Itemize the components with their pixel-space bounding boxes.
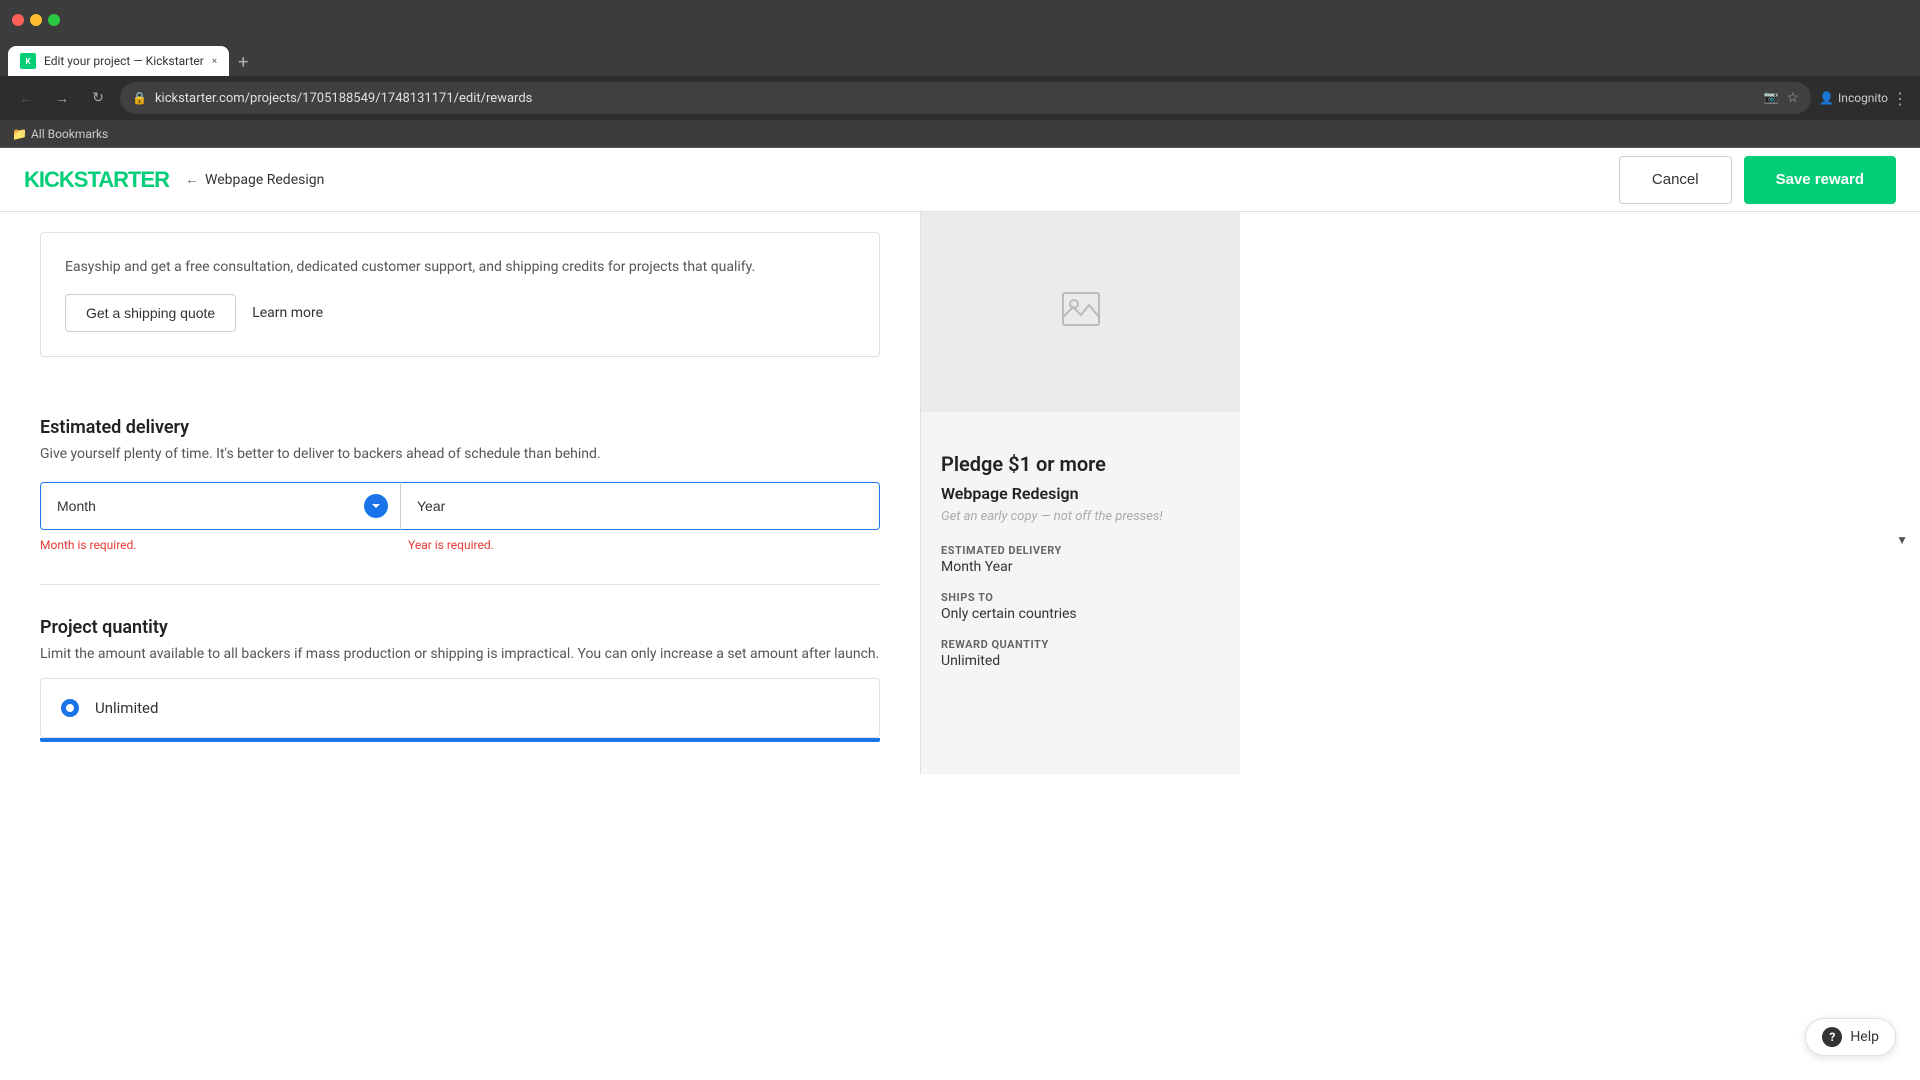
cancel-button[interactable]: Cancel [1619,156,1732,204]
maximize-btn[interactable] [48,14,60,26]
address-bar-icons: 📷 ☆ [1764,90,1800,106]
month-select[interactable]: Month January February March April May J… [40,482,400,530]
bookmarks-folder-icon: 📁 [12,127,27,141]
get-shipping-quote-button[interactable]: Get a shipping quote [65,294,236,332]
reward-description: Get an early copy — not off the presses! [941,509,1220,524]
browser-titlebar [0,0,1920,40]
ships-to-meta-value: Only certain countries [941,606,1220,622]
estimated-delivery-title: Estimated delivery [40,417,880,438]
kickstarter-logo: KICKSTARTER [24,167,169,193]
sidebar-content: Pledge $1 or more Webpage Redesign Get a… [921,432,1240,705]
reward-quantity-meta-label: REWARD QUANTITY [941,638,1220,651]
year-error-text: Year is required. [408,538,880,552]
url-text: kickstarter.com/projects/1705188549/1748… [155,91,1756,106]
unlimited-radio[interactable] [61,699,79,717]
estimated-delivery-section: Estimated delivery Give yourself plenty … [40,417,880,552]
year-select-arrow: ▼ [1896,533,1908,547]
year-select[interactable]: Year 2024 2025 2026 2027 2028 [400,482,880,530]
header-right: Cancel Save reward [1619,156,1896,204]
shipping-description: Easyship and get a free consultation, de… [65,257,855,278]
project-name: Webpage Redesign [205,172,324,188]
project-quantity-section: Project quantity Limit the amount availa… [40,617,880,742]
month-select-wrapper: Month January February March April May J… [40,482,400,530]
help-icon: ? [1822,1027,1842,1047]
app-header: KICKSTARTER ← Webpage Redesign Cancel Sa… [0,148,1920,212]
save-reward-button[interactable]: Save reward [1744,156,1896,204]
year-select-wrapper: Year 2024 2025 2026 2027 2028 ▼ [400,482,880,530]
estimated-delivery-meta: ESTIMATED DELIVERY Month Year [941,544,1220,575]
learn-more-link[interactable]: Learn more [252,305,323,321]
profile-icon: 👤 [1819,91,1834,105]
reward-title: Webpage Redesign [941,484,1220,503]
close-btn[interactable] [12,14,24,26]
unlimited-option[interactable]: Unlimited [40,678,880,738]
forward-button[interactable]: → [48,84,76,112]
reward-preview-sidebar: Pledge $1 or more Webpage Redesign Get a… [920,212,1240,774]
image-placeholder-icon [1061,291,1101,334]
back-arrow-icon: ← [185,171,199,188]
help-button[interactable]: ? Help [1805,1018,1896,1056]
estimated-delivery-desc: Give yourself plenty of time. It's bette… [40,446,880,462]
bookmarks-label: 📁 All Bookmarks [12,127,108,141]
lock-icon: 🔒 [132,91,147,105]
window-controls[interactable] [12,14,60,26]
validation-errors-row: Month is required. Year is required. [40,534,880,552]
toolbar-right: 👤 Incognito ⋮ [1819,89,1908,108]
month-error-text: Month is required. [40,538,400,552]
delivery-selects-row: Month January February March April May J… [40,482,880,530]
year-error-wrapper: Year is required. [400,534,880,552]
shipping-section: Easyship and get a free consultation, de… [40,232,880,357]
incognito-label: Incognito [1838,91,1888,105]
estimated-delivery-meta-value: Month Year [941,559,1220,575]
unlimited-label: Unlimited [95,699,158,717]
tab-close-btn[interactable]: × [212,56,217,67]
address-bar[interactable]: 🔒 kickstarter.com/projects/1705188549/17… [120,82,1811,114]
browser-chrome: K Edit your project — Kickstarter × + ← … [0,0,1920,148]
tab-favicon: K [20,53,36,69]
reward-quantity-meta: REWARD QUANTITY Unlimited [941,638,1220,669]
browser-toolbar: ← → ↻ 🔒 kickstarter.com/projects/1705188… [0,76,1920,120]
minimize-btn[interactable] [30,14,42,26]
back-button[interactable]: ← [12,84,40,112]
spacer [40,377,880,417]
camera-off-icon: 📷 [1764,90,1779,106]
reward-preview-image [921,212,1240,412]
app: KICKSTARTER ← Webpage Redesign Cancel Sa… [0,148,1920,1080]
quantity-title: Project quantity [40,617,880,638]
shipping-actions: Get a shipping quote Learn more [65,294,855,332]
help-label: Help [1850,1029,1879,1045]
reload-button[interactable]: ↻ [84,84,112,112]
bookmark-icon[interactable]: ☆ [1787,90,1800,106]
extensions-icon[interactable]: ⋮ [1892,89,1908,108]
month-error-wrapper: Month is required. [40,534,400,552]
main-layout: Easyship and get a free consultation, de… [0,212,1920,774]
active-tab[interactable]: K Edit your project — Kickstarter × [8,46,229,76]
quantity-progress-bar [40,738,880,742]
back-link[interactable]: ← Webpage Redesign [185,171,324,188]
section-divider [40,584,880,585]
ships-to-meta: SHIPS TO Only certain countries [941,591,1220,622]
reward-quantity-meta-value: Unlimited [941,653,1220,669]
pledge-amount: Pledge $1 or more [941,452,1220,476]
estimated-delivery-meta-label: ESTIMATED DELIVERY [941,544,1220,557]
header-left: KICKSTARTER ← Webpage Redesign [24,167,324,193]
new-tab-button[interactable]: + [229,48,257,76]
tab-bar: K Edit your project — Kickstarter × + [0,40,1920,76]
main-content: Easyship and get a free consultation, de… [0,212,920,774]
ships-to-meta-label: SHIPS TO [941,591,1220,604]
bookmarks-bar: 📁 All Bookmarks [0,120,1920,148]
tab-title: Edit your project — Kickstarter [44,54,204,68]
quantity-desc: Limit the amount available to all backer… [40,646,880,662]
